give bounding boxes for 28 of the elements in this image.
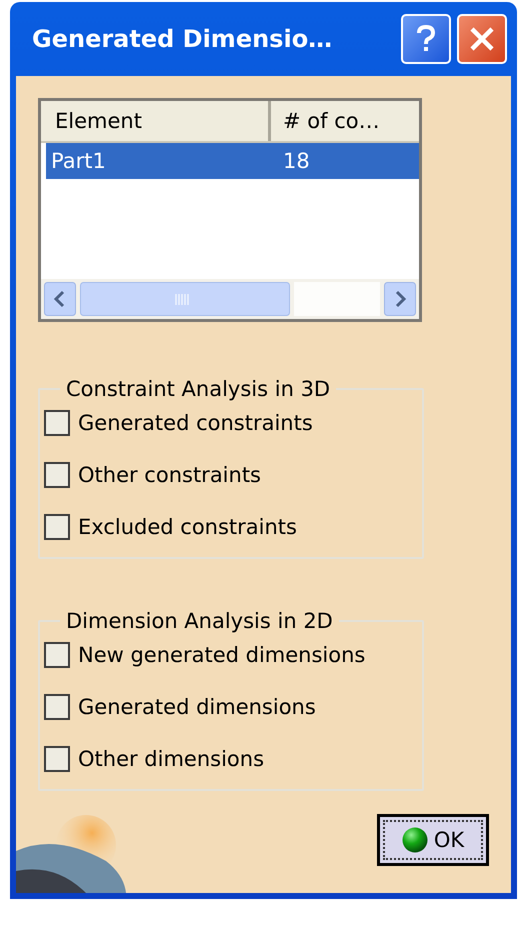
scroll-thumb[interactable] <box>80 282 290 316</box>
column-header[interactable]: # of co… <box>271 101 419 141</box>
window-title: Generated Dimensio… <box>32 25 334 53</box>
horizontal-scrollbar[interactable] <box>41 279 419 319</box>
checkbox-label[interactable]: Generated constraints <box>78 411 313 435</box>
ball-icon <box>402 827 428 853</box>
checkbox[interactable] <box>44 462 70 488</box>
close-button[interactable] <box>457 14 507 64</box>
checkbox-label[interactable]: Other constraints <box>78 463 262 487</box>
help-button[interactable] <box>401 14 451 64</box>
scroll-left-icon[interactable] <box>44 282 76 316</box>
close-icon <box>469 26 495 52</box>
checkbox[interactable] <box>44 410 70 436</box>
table-cell-text: 18 <box>282 149 310 173</box>
table-row[interactable]: Part1 18 <box>46 143 419 179</box>
checkbox[interactable] <box>44 642 70 668</box>
ok-button[interactable]: OK <box>377 814 489 866</box>
checkbox[interactable] <box>44 746 70 772</box>
table-cell-text: Part1 <box>50 149 107 173</box>
group-title: Constraint Analysis in 3D <box>65 377 332 401</box>
checkbox[interactable] <box>44 694 70 720</box>
checkbox-label[interactable]: Other dimensions <box>78 747 264 771</box>
scroll-right-icon[interactable] <box>384 282 416 316</box>
checkbox[interactable] <box>44 514 70 540</box>
checkbox-label[interactable]: New generated dimensions <box>78 643 366 667</box>
checkbox-label[interactable]: Generated dimensions <box>78 695 316 719</box>
checkbox-label[interactable]: Excluded constraints <box>78 515 297 539</box>
group-title: Dimension Analysis in 2D <box>65 609 334 633</box>
